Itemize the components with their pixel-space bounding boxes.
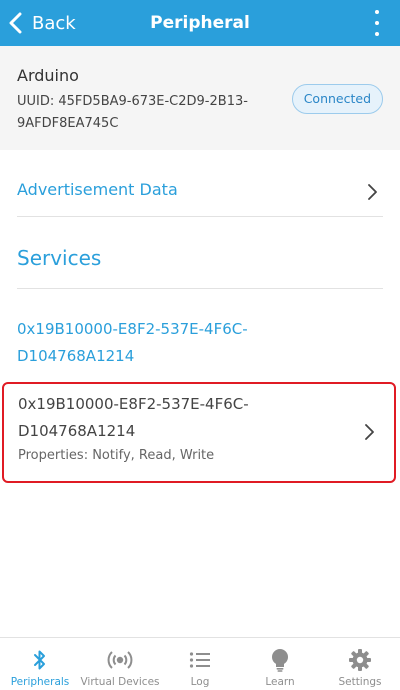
tab-peripherals[interactable]: Peripherals bbox=[0, 638, 80, 690]
tab-log[interactable]: Log bbox=[160, 638, 240, 690]
chevron-left-icon bbox=[9, 12, 22, 34]
divider bbox=[17, 216, 383, 217]
tab-label: Peripherals bbox=[10, 676, 70, 688]
device-uuid: UUID: 45FD5BA9-673E-C2D9-2B13-9AFDF8EA74… bbox=[17, 94, 248, 131]
more-vertical-icon[interactable] bbox=[372, 10, 382, 36]
nav-bar: Back Peripheral bbox=[0, 0, 400, 46]
characteristic-row[interactable]: 0x19B10000-E8F2-537E-4F6C-D104768A1214 P… bbox=[2, 382, 396, 483]
advertisement-data-label: Advertisement Data bbox=[17, 180, 178, 199]
tab-virtual-devices[interactable]: Virtual Devices bbox=[80, 638, 160, 690]
chevron-right-icon bbox=[368, 184, 377, 200]
tab-label: Settings bbox=[338, 676, 382, 688]
tab-learn[interactable]: Learn bbox=[240, 638, 320, 690]
back-button[interactable]: Back bbox=[8, 0, 76, 46]
service-item[interactable]: 0x19B10000-E8F2-537E-4F6C-D104768A1214 bbox=[17, 316, 317, 370]
services-header: Services bbox=[17, 246, 102, 270]
bluetooth-icon bbox=[27, 648, 53, 672]
list-icon bbox=[187, 648, 213, 672]
tab-label: Log bbox=[190, 676, 210, 688]
broadcast-icon bbox=[107, 648, 133, 672]
tab-bar: Peripherals Virtual Devices Log Learn Se… bbox=[0, 637, 400, 690]
lightbulb-icon bbox=[267, 648, 293, 672]
chevron-right-icon bbox=[365, 424, 374, 440]
divider bbox=[17, 288, 383, 289]
advertisement-data-row[interactable]: Advertisement Data bbox=[0, 150, 400, 216]
characteristic-uuid: 0x19B10000-E8F2-537E-4F6C-D104768A1214 bbox=[18, 395, 249, 440]
tab-label: Learn bbox=[265, 676, 295, 688]
tab-settings[interactable]: Settings bbox=[320, 638, 400, 690]
device-info-card: Arduino UUID: 45FD5BA9-673E-C2D9-2B13-9A… bbox=[0, 46, 400, 150]
characteristic-properties: Properties: Notify, Read, Write bbox=[18, 448, 215, 463]
gear-icon bbox=[347, 648, 373, 672]
tab-label: Virtual Devices bbox=[80, 676, 160, 688]
connection-status-badge: Connected bbox=[291, 84, 383, 114]
device-name: Arduino bbox=[17, 66, 79, 85]
back-label: Back bbox=[32, 12, 76, 34]
